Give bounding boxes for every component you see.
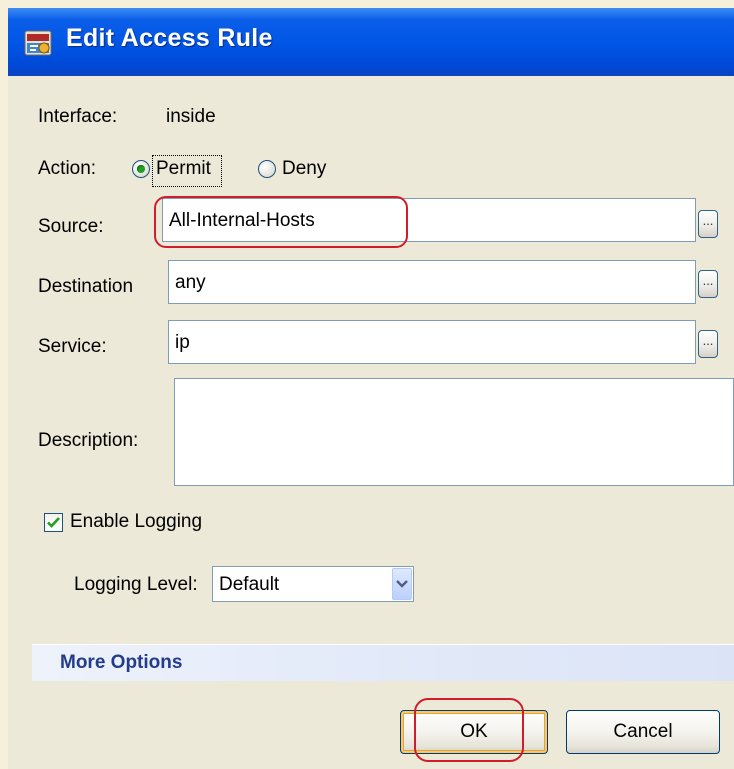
permit-radio[interactable] — [132, 160, 150, 178]
cancel-button[interactable]: Cancel — [566, 710, 720, 754]
destination-value: any — [175, 272, 206, 293]
permit-radio-label[interactable]: Permit — [156, 158, 211, 180]
window-title: Edit Access Rule — [66, 24, 273, 52]
title-bar[interactable]: Edit Access Rule — [8, 8, 734, 76]
service-label: Service: — [38, 336, 107, 357]
more-options-section[interactable]: More Options — [32, 644, 734, 681]
action-label: Action: — [38, 158, 97, 179]
destination-input[interactable]: any — [168, 260, 696, 304]
logging-level-value: Default — [219, 574, 280, 595]
edit-access-rule-dialog: Edit Access Rule Interface: inside Actio… — [8, 8, 734, 769]
logging-level-select[interactable]: Default — [212, 566, 414, 602]
service-input[interactable]: ip — [168, 320, 696, 364]
radio-selected-dot — [137, 165, 145, 173]
deny-radio[interactable] — [258, 160, 276, 178]
source-highlight-annotation — [154, 196, 408, 248]
destination-label: Destination — [38, 276, 134, 297]
interface-value: inside — [166, 106, 216, 127]
deny-radio-label[interactable]: Deny — [282, 158, 326, 180]
source-label: Source: — [38, 216, 104, 237]
enable-logging-label[interactable]: Enable Logging — [70, 511, 202, 533]
interface-label: Interface: — [38, 106, 118, 127]
asdm-app-icon — [24, 28, 54, 58]
ok-highlight-annotation — [414, 698, 524, 762]
dropdown-arrow[interactable] — [392, 568, 412, 600]
more-options-label[interactable]: More Options — [60, 652, 182, 674]
checkmark-icon — [47, 517, 60, 528]
enable-logging-checkbox[interactable] — [44, 513, 63, 532]
source-browse-button[interactable]: ... — [698, 210, 718, 238]
service-value: ip — [175, 332, 190, 353]
description-label: Description: — [38, 430, 139, 451]
logging-level-label: Logging Level: — [74, 574, 198, 595]
description-textarea[interactable] — [174, 378, 734, 486]
chevron-down-icon — [396, 580, 408, 588]
service-browse-button[interactable]: ... — [698, 330, 718, 358]
destination-browse-button[interactable]: ... — [698, 270, 718, 298]
